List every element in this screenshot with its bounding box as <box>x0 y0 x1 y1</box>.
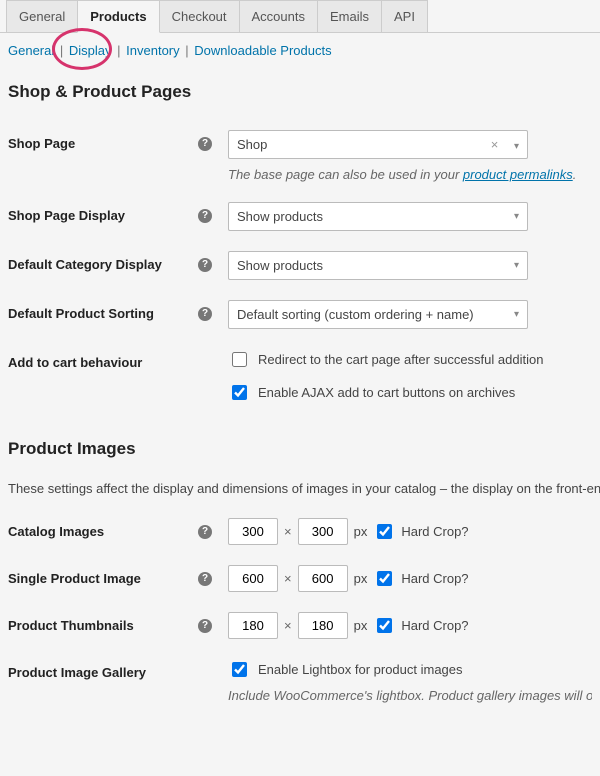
help-icon[interactable]: ? <box>198 137 212 151</box>
catalog-crop-checkbox[interactable] <box>377 524 392 539</box>
separator: | <box>117 43 120 58</box>
clear-icon[interactable]: × <box>491 137 499 152</box>
separator: | <box>60 43 63 58</box>
catalog-height-input[interactable] <box>298 518 348 545</box>
chevron-down-icon: ▾ <box>514 211 519 222</box>
shop-page-display-value: Show products <box>237 209 323 224</box>
section-shop-pages: Shop & Product Pages <box>8 82 600 102</box>
lightbox-desc: Include WooCommerce's lightbox. Product … <box>228 688 592 703</box>
times-icon: × <box>284 618 292 633</box>
px-label: px <box>354 618 368 633</box>
product-thumbnails-label: Product Thumbnails <box>8 618 134 633</box>
subnav-display[interactable]: Display <box>69 43 112 58</box>
times-icon: × <box>284 571 292 586</box>
tab-checkout[interactable]: Checkout <box>159 0 240 32</box>
single-crop-checkbox[interactable] <box>377 571 392 586</box>
shop-page-display-label: Shop Page Display <box>8 208 125 223</box>
subnav-downloadable[interactable]: Downloadable Products <box>194 43 331 58</box>
default-category-display-select[interactable]: Show products ▾ <box>228 251 528 280</box>
add-to-cart-label: Add to cart behaviour <box>8 355 142 370</box>
shop-page-select[interactable]: Shop × ▾ <box>228 130 528 159</box>
subnav-general[interactable]: General <box>8 43 54 58</box>
tab-api[interactable]: API <box>381 0 428 32</box>
shop-page-desc: The base page can also be used in your p… <box>228 167 592 182</box>
single-product-image-label: Single Product Image <box>8 571 141 586</box>
default-product-sorting-label: Default Product Sorting <box>8 306 154 321</box>
single-width-input[interactable] <box>228 565 278 592</box>
chevron-down-icon: ▾ <box>514 141 519 152</box>
section-product-images: Product Images <box>8 439 600 459</box>
redirect-checkbox[interactable] <box>232 352 247 367</box>
px-label: px <box>354 571 368 586</box>
px-label: px <box>354 524 368 539</box>
default-category-display-value: Show products <box>237 258 323 273</box>
lightbox-checkbox[interactable] <box>232 662 247 677</box>
help-icon[interactable]: ? <box>198 209 212 223</box>
tab-products[interactable]: Products <box>77 0 159 33</box>
shop-page-value: Shop <box>237 137 267 152</box>
help-icon[interactable]: ? <box>198 525 212 539</box>
settings-tabs: General Products Checkout Accounts Email… <box>0 0 600 33</box>
ajax-checkbox[interactable] <box>232 385 247 400</box>
tab-emails[interactable]: Emails <box>317 0 382 32</box>
help-icon[interactable]: ? <box>198 258 212 272</box>
catalog-width-input[interactable] <box>228 518 278 545</box>
product-images-note: These settings affect the display and di… <box>0 477 600 508</box>
single-crop-label: Hard Crop? <box>401 571 468 586</box>
tab-general[interactable]: General <box>6 0 78 32</box>
help-icon[interactable]: ? <box>198 619 212 633</box>
thumb-width-input[interactable] <box>228 612 278 639</box>
times-icon: × <box>284 524 292 539</box>
lightbox-label: Enable Lightbox for product images <box>258 662 463 677</box>
products-subnav: General | Display | Inventory | Download… <box>0 33 600 68</box>
product-permalinks-link[interactable]: product permalinks <box>463 167 573 182</box>
redirect-label: Redirect to the cart page after successf… <box>258 352 543 367</box>
separator: | <box>185 43 188 58</box>
thumb-crop-label: Hard Crop? <box>401 618 468 633</box>
chevron-down-icon: ▾ <box>514 260 519 271</box>
help-icon[interactable]: ? <box>198 307 212 321</box>
catalog-crop-label: Hard Crop? <box>401 524 468 539</box>
shop-page-display-select[interactable]: Show products ▾ <box>228 202 528 231</box>
product-image-gallery-label: Product Image Gallery <box>8 665 146 680</box>
chevron-down-icon: ▾ <box>514 309 519 320</box>
single-height-input[interactable] <box>298 565 348 592</box>
ajax-label: Enable AJAX add to cart buttons on archi… <box>258 385 515 400</box>
tab-accounts[interactable]: Accounts <box>239 0 318 32</box>
default-product-sorting-value: Default sorting (custom ordering + name) <box>237 307 474 322</box>
default-product-sorting-select[interactable]: Default sorting (custom ordering + name)… <box>228 300 528 329</box>
catalog-images-label: Catalog Images <box>8 524 104 539</box>
shop-page-label: Shop Page <box>8 136 75 151</box>
thumb-crop-checkbox[interactable] <box>377 618 392 633</box>
help-icon[interactable]: ? <box>198 572 212 586</box>
default-category-display-label: Default Category Display <box>8 257 162 272</box>
thumb-height-input[interactable] <box>298 612 348 639</box>
subnav-inventory[interactable]: Inventory <box>126 43 179 58</box>
